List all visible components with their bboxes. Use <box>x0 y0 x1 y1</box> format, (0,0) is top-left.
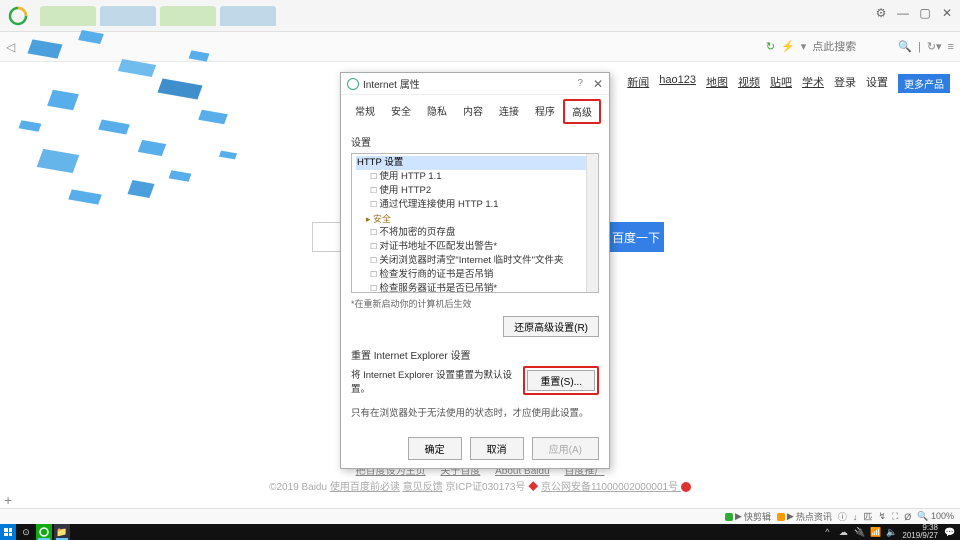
nav-link[interactable]: 学术 <box>802 74 824 93</box>
internet-options-dialog: Internet 属性 ? ✕ 常规 安全 隐私 内容 连接 程序 高级 设置 … <box>340 72 610 469</box>
dialog-titlebar[interactable]: Internet 属性 ? ✕ <box>341 73 609 95</box>
nav-link[interactable]: hao123 <box>659 74 696 93</box>
restart-note: *在重新启动你的计算机后生效 <box>351 297 599 310</box>
tray-volume-icon[interactable]: 🔈 <box>886 527 896 537</box>
tab-security[interactable]: 安全 <box>383 99 419 124</box>
taskbar-clock[interactable]: 9:38 2019/9/27 <box>902 524 938 540</box>
dialog-title: Internet 属性 <box>363 76 577 91</box>
taskbar-app-icon[interactable] <box>36 524 52 540</box>
maximize-icon[interactable]: ▢ <box>918 6 932 20</box>
top-nav-links: 新闻 hao123 地图 视频 贴吧 学术 登录 设置 更多产品 <box>627 74 950 93</box>
more-products-button[interactable]: 更多产品 <box>898 74 950 93</box>
tree-header[interactable]: HTTP 设置 <box>356 156 594 170</box>
window-controls: ⚙ — ▢ ✕ <box>874 6 954 20</box>
tray-cloud-icon[interactable]: ☁ <box>838 527 848 537</box>
nav-link-login[interactable]: 登录 <box>834 74 856 93</box>
restore-defaults-button[interactable]: 还原高级设置(R) <box>503 316 599 337</box>
logo-art <box>20 22 280 282</box>
gear-icon[interactable]: ⚙ <box>874 6 888 20</box>
close-window-icon[interactable]: ✕ <box>940 6 954 20</box>
highlight-box: 重置(S)... <box>523 366 599 395</box>
tree-item[interactable]: 对证书地址不匹配发出警告* <box>356 240 594 254</box>
bolt-icon[interactable]: ⚡ <box>781 40 795 53</box>
download-icon[interactable]: ↓ <box>853 512 858 522</box>
tab-advanced[interactable]: 高级 <box>563 99 601 124</box>
status-icon[interactable]: ↯ <box>878 511 886 522</box>
refresh-dropdown-icon[interactable]: ↻▾ <box>927 40 942 53</box>
tree-item[interactable]: 使用 HTTP 1.1 <box>356 170 594 184</box>
divider: | <box>918 41 921 53</box>
reset-note: 只有在浏览器处于无法使用的状态时，才应使用此设置。 <box>351 405 599 419</box>
footer-link[interactable]: 京公网安备11000002000001号 <box>541 482 681 493</box>
footer-link[interactable]: 意见反馈 <box>403 482 443 493</box>
tree-header[interactable]: ▸ 安全 <box>356 212 594 226</box>
chevron-down-icon[interactable]: ▾ <box>801 40 807 53</box>
status-bar: ▶快剪辑 ▶热点资讯 ⓘ ↓ 匹 ↯ ⛶ Ø 🔍 100% <box>0 508 960 524</box>
footer-copyright: ©2019 Baidu 使用百度前必读 意见反馈 京ICP证030173号 ◆ … <box>0 478 960 493</box>
reset-header: 重置 Internet Explorer 设置 <box>351 347 599 362</box>
volume-icon[interactable]: Ø <box>904 512 911 522</box>
status-chip[interactable]: ▶快剪辑 <box>725 510 771 523</box>
tab-programs[interactable]: 程序 <box>527 99 563 124</box>
tab-privacy[interactable]: 隐私 <box>419 99 455 124</box>
tab-general[interactable]: 常规 <box>347 99 383 124</box>
nav-link[interactable]: 新闻 <box>627 74 649 93</box>
reset-description: 将 Internet Explorer 设置重置为默认设置。 <box>351 367 523 395</box>
status-icon[interactable]: 匹 <box>863 510 872 523</box>
sync-icon[interactable]: ↻ <box>766 40 775 53</box>
close-dialog-icon[interactable]: ✕ <box>593 77 603 91</box>
menu-icon[interactable]: ≡ <box>948 41 954 53</box>
ie-icon <box>347 78 359 90</box>
tree-item[interactable]: 不将加密的页存盘 <box>356 226 594 240</box>
tray-wifi-icon[interactable]: 📶 <box>870 527 880 537</box>
tree-item[interactable]: 检查发行商的证书是否吊销 <box>356 268 594 282</box>
fullscreen-icon[interactable]: ⛶ <box>892 511 898 522</box>
ok-button[interactable]: 确定 <box>408 437 462 460</box>
status-icon[interactable]: ⓘ <box>838 510 847 523</box>
help-icon[interactable]: ? <box>577 78 583 89</box>
nav-link[interactable]: 地图 <box>706 74 728 93</box>
search-icon[interactable]: 🔍 <box>898 40 912 53</box>
new-tab-icon[interactable]: + <box>4 492 12 508</box>
notifications-icon[interactable]: 💬 <box>944 527 954 537</box>
zoom-label[interactable]: 🔍 100% <box>917 511 954 522</box>
windows-taskbar: ⊙ 📁 ^ ☁ 🔌 📶 🔈 9:38 2019/9/27 💬 <box>0 524 960 540</box>
nav-link[interactable]: 贴吧 <box>770 74 792 93</box>
tray-expand-icon[interactable]: ^ <box>822 527 832 537</box>
tree-item[interactable]: 检查服务器证书是否已吊销* <box>356 282 594 293</box>
cancel-button[interactable]: 取消 <box>470 437 524 460</box>
scrollbar[interactable] <box>586 154 598 292</box>
reset-button[interactable]: 重置(S)... <box>527 370 595 391</box>
nav-link-settings[interactable]: 设置 <box>866 74 888 93</box>
tray-power-icon[interactable]: 🔌 <box>854 527 864 537</box>
minimize-icon[interactable]: — <box>896 6 910 20</box>
dialog-buttons: 确定 取消 应用(A) <box>341 429 609 468</box>
apply-button[interactable]: 应用(A) <box>532 437 599 460</box>
nav-link[interactable]: 视频 <box>738 74 760 93</box>
tree-item[interactable]: 关闭浏览器时清空"Internet 临时文件"文件夹 <box>356 254 594 268</box>
dialog-tabs: 常规 安全 隐私 内容 连接 程序 高级 <box>341 95 609 124</box>
tab-content[interactable]: 内容 <box>455 99 491 124</box>
settings-tree[interactable]: HTTP 设置 使用 HTTP 1.1 使用 HTTP2 通过代理连接使用 HT… <box>351 153 599 293</box>
taskbar-search-icon[interactable]: ⊙ <box>18 524 34 540</box>
gongan-icon <box>681 482 691 492</box>
settings-label: 设置 <box>351 134 599 149</box>
start-button[interactable] <box>0 524 16 540</box>
status-chip[interactable]: ▶热点资讯 <box>777 510 832 523</box>
footer-link[interactable]: 使用百度前必读 <box>330 482 400 493</box>
tree-item[interactable]: 使用 HTTP2 <box>356 184 594 198</box>
search-button[interactable]: 百度一下 <box>608 222 664 252</box>
tree-item[interactable]: 通过代理连接使用 HTTP 1.1 <box>356 198 594 212</box>
tab-connections[interactable]: 连接 <box>491 99 527 124</box>
taskbar-app-icon[interactable]: 📁 <box>54 524 70 540</box>
address-search-input[interactable] <box>812 41 892 53</box>
